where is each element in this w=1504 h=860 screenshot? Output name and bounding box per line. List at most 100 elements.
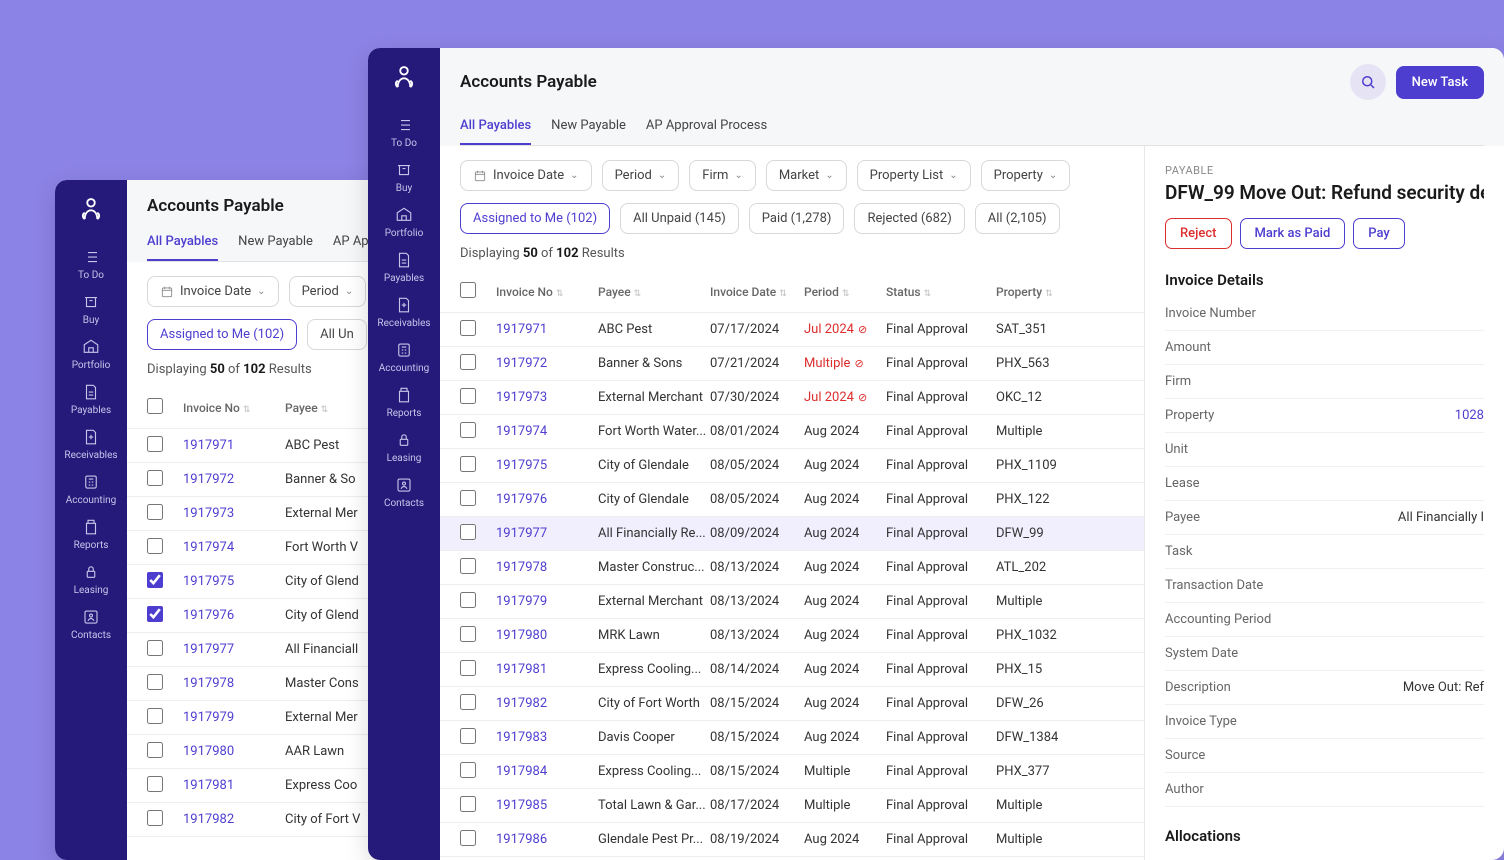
reject-button[interactable]: Reject [1165, 218, 1232, 249]
row-checkbox[interactable] [147, 470, 163, 486]
col-header[interactable]: Invoice No⇅ [183, 401, 285, 415]
row-checkbox[interactable] [460, 388, 476, 404]
new-task-button[interactable]: New Task [1396, 66, 1484, 99]
pay-button[interactable]: Pay [1353, 218, 1405, 249]
select-all-checkbox[interactable] [147, 398, 163, 414]
filter-chip[interactable]: Paid (1,278) [749, 203, 845, 234]
nav-to-do[interactable]: To Do [377, 110, 430, 155]
row-checkbox[interactable] [147, 606, 163, 622]
row-checkbox[interactable] [460, 320, 476, 336]
filter-chip[interactable]: All Unpaid (145) [620, 203, 739, 234]
filter-invoice-date[interactable]: Invoice Date⌄ [460, 160, 592, 191]
field-value[interactable]: 1028 [1455, 408, 1484, 423]
invoice-link[interactable]: 1917978 [183, 676, 285, 691]
invoice-link[interactable]: 1917973 [496, 390, 598, 405]
tab-new-payable[interactable]: New Payable [238, 226, 313, 261]
tab-all-payables[interactable]: All Payables [460, 110, 531, 145]
row-checkbox[interactable] [147, 742, 163, 758]
nav-buy[interactable]: Buy [377, 155, 430, 200]
nav-reports[interactable]: Reports [377, 380, 430, 425]
table-row[interactable]: 1917982City of Fort Worth08/15/2024Aug 2… [440, 687, 1144, 721]
col-header[interactable]: Invoice No⇅ [496, 285, 598, 299]
invoice-link[interactable]: 1917974 [183, 540, 285, 555]
mark-paid-button[interactable]: Mark as Paid [1240, 218, 1346, 249]
invoice-link[interactable]: 1917974 [496, 424, 598, 439]
filter-chip[interactable]: All Un [307, 319, 367, 350]
nav-payables[interactable]: Payables [377, 245, 430, 290]
invoice-link[interactable]: 1917981 [183, 778, 285, 793]
invoice-link[interactable]: 1917983 [496, 730, 598, 745]
invoice-link[interactable]: 1917982 [496, 696, 598, 711]
search-button[interactable] [1350, 64, 1386, 100]
nav-buy[interactable]: Buy [64, 287, 117, 332]
invoice-link[interactable]: 1917976 [496, 492, 598, 507]
col-header[interactable]: Status⇅ [886, 285, 996, 299]
filter-property[interactable]: Property⌄ [981, 160, 1071, 191]
filter-chip[interactable]: Assigned to Me (102) [147, 319, 297, 350]
invoice-link[interactable]: 1917972 [183, 472, 285, 487]
row-checkbox[interactable] [460, 422, 476, 438]
invoice-link[interactable]: 1917972 [496, 356, 598, 371]
invoice-link[interactable]: 1917984 [496, 764, 598, 779]
invoice-link[interactable]: 1917980 [183, 744, 285, 759]
col-header[interactable]: Period⇅ [804, 285, 886, 299]
filter-invoice-date[interactable]: Invoice Date⌄ [147, 276, 279, 307]
nav-payables[interactable]: Payables [64, 377, 117, 422]
invoice-link[interactable]: 1917976 [183, 608, 285, 623]
table-row[interactable]: 1917985Total Lawn & Gar...08/17/2024Mult… [440, 789, 1144, 823]
filter-period[interactable]: Period⌄ [602, 160, 680, 191]
invoice-link[interactable]: 1917973 [183, 506, 285, 521]
filter-firm[interactable]: Firm⌄ [689, 160, 756, 191]
tab-all-payables[interactable]: All Payables [147, 226, 218, 261]
invoice-link[interactable]: 1917978 [496, 560, 598, 575]
table-row[interactable]: 1917986Glendale Pest Pr...08/19/2024Aug … [440, 823, 1144, 857]
invoice-link[interactable]: 1917977 [496, 526, 598, 541]
nav-reports[interactable]: Reports [64, 512, 117, 557]
nav-accounting[interactable]: Accounting [64, 467, 117, 512]
row-checkbox[interactable] [147, 776, 163, 792]
invoice-link[interactable]: 1917981 [496, 662, 598, 677]
invoice-link[interactable]: 1917979 [183, 710, 285, 725]
filter-chip[interactable]: Assigned to Me (102) [460, 203, 610, 234]
row-checkbox[interactable] [147, 674, 163, 690]
nav-contacts[interactable]: Contacts [64, 602, 117, 647]
table-row[interactable]: 1917977All Financially Re...08/09/2024Au… [440, 517, 1144, 551]
nav-receivables[interactable]: Receivables [64, 422, 117, 467]
invoice-link[interactable]: 1917985 [496, 798, 598, 813]
invoice-link[interactable]: 1917971 [183, 438, 285, 453]
row-checkbox[interactable] [147, 810, 163, 826]
invoice-link[interactable]: 1917971 [496, 322, 598, 337]
row-checkbox[interactable] [147, 572, 163, 588]
table-row[interactable]: 1917976City of Glendale08/05/2024Aug 202… [440, 483, 1144, 517]
col-header[interactable]: Invoice Date⇅ [710, 285, 804, 299]
invoice-link[interactable]: 1917975 [183, 574, 285, 589]
col-header[interactable]: Payee⇅ [598, 285, 710, 299]
row-checkbox[interactable] [460, 830, 476, 846]
table-row[interactable]: 1917975City of Glendale08/05/2024Aug 202… [440, 449, 1144, 483]
table-row[interactable]: 1917984Express Cooling...08/15/2024Multi… [440, 755, 1144, 789]
table-row[interactable]: 1917971ABC Pest07/17/2024Jul 2024 ⊘Final… [440, 313, 1144, 347]
nav-receivables[interactable]: Receivables [377, 290, 430, 335]
nav-leasing[interactable]: Leasing [377, 425, 430, 470]
row-checkbox[interactable] [460, 626, 476, 642]
invoice-link[interactable]: 1917986 [496, 832, 598, 847]
invoice-link[interactable]: 1917980 [496, 628, 598, 643]
tab-ap-approval-process[interactable]: AP Approval Process [646, 110, 767, 145]
nav-portfolio[interactable]: Portfolio [64, 332, 117, 377]
row-checkbox[interactable] [460, 762, 476, 778]
table-row[interactable]: 1917972Banner & Sons07/21/2024Multiple ⊘… [440, 347, 1144, 381]
row-checkbox[interactable] [460, 558, 476, 574]
invoice-link[interactable]: 1917977 [183, 642, 285, 657]
table-row[interactable]: 1917981Express Cooling...08/14/2024Aug 2… [440, 653, 1144, 687]
nav-portfolio[interactable]: Portfolio [377, 200, 430, 245]
col-header[interactable]: Property⇅ [996, 285, 1076, 299]
row-checkbox[interactable] [460, 456, 476, 472]
filter-period[interactable]: Period⌄ [289, 276, 367, 307]
row-checkbox[interactable] [460, 490, 476, 506]
invoice-link[interactable]: 1917982 [183, 812, 285, 827]
row-checkbox[interactable] [147, 538, 163, 554]
filter-chip[interactable]: Rejected (682) [854, 203, 964, 234]
table-row[interactable]: 1917978Master Construc...08/13/2024Aug 2… [440, 551, 1144, 585]
col-header[interactable]: Payee⇅ [285, 401, 375, 415]
table-row[interactable]: 1917980MRK Lawn08/13/2024Aug 2024Final A… [440, 619, 1144, 653]
